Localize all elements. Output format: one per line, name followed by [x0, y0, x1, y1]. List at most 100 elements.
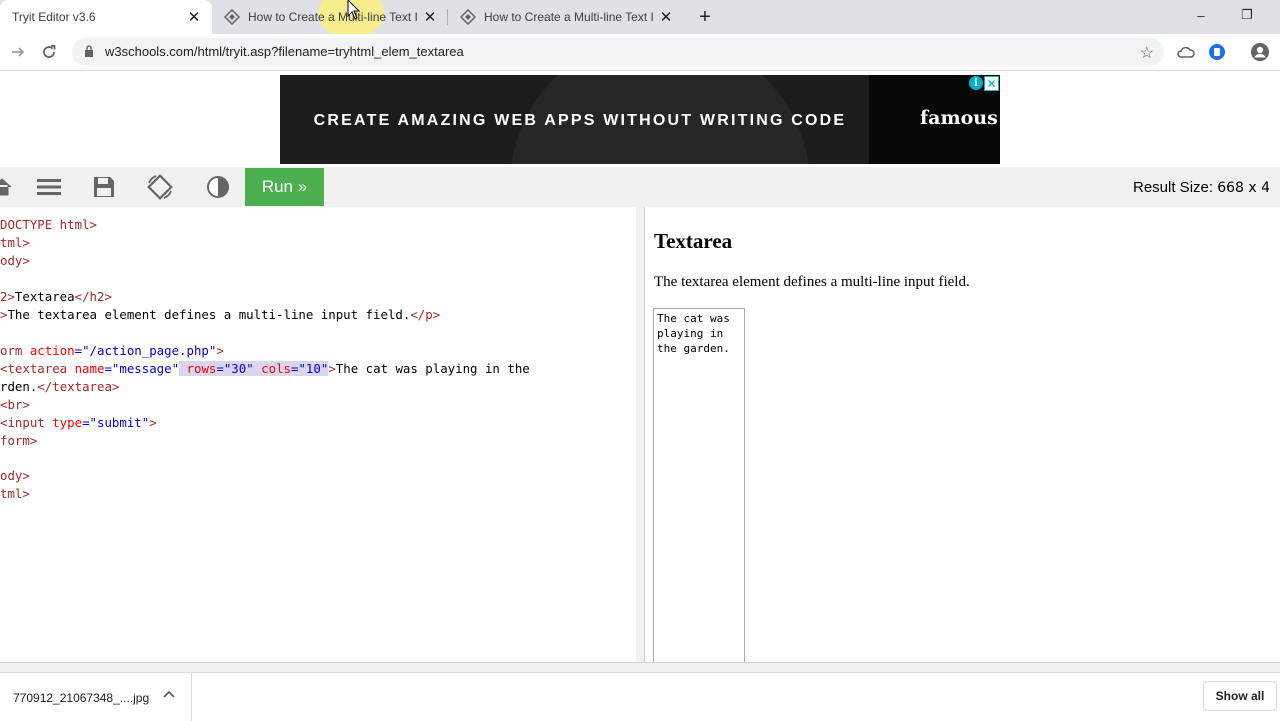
theme-contrast-icon[interactable] [202, 171, 234, 203]
code-line-16: tml> [0, 486, 30, 501]
result-size: Result Size: 668 x 4 [1133, 179, 1270, 196]
code-line-13: form> [0, 433, 37, 448]
code-token: cols [253, 361, 291, 376]
ad-info-icon[interactable]: i [969, 76, 983, 90]
close-icon[interactable]: ✕ [658, 9, 674, 26]
code-token: tml> [0, 486, 30, 501]
code-token: orm [0, 343, 23, 358]
code-selection: rows="30" cols="10" [179, 361, 329, 376]
extension-cloud-icon[interactable] [1176, 42, 1196, 62]
code-line-9: <textarea name="message" rows="30" cols=… [0, 361, 530, 376]
w3schools-favicon-icon [224, 9, 240, 25]
extension-shield-icon[interactable] [1207, 42, 1227, 62]
w3schools-favicon-icon [460, 9, 476, 25]
browser-toolbar: w3schools.com/html/tryit.asp?filename=tr… [0, 34, 1280, 71]
code-token: ="/action_page.php" [74, 343, 217, 358]
code-token: ="10" [291, 361, 329, 376]
save-icon[interactable] [88, 171, 120, 203]
arrow-right-icon [12, 47, 25, 57]
minimize-icon: – [1197, 7, 1205, 23]
tab-strip: Tryit Editor v3.6 ✕ How to Create a Mult… [0, 0, 1280, 38]
code-token: ="message" [104, 361, 180, 376]
code-token: </h2> [74, 289, 112, 304]
panel-resize-handle[interactable] [636, 207, 644, 662]
tab-title: How to Create a Multi-line Text I [484, 10, 654, 24]
code-token: DOCTYPE html> [0, 217, 97, 232]
plus-icon: + [699, 5, 711, 28]
code-line-15: ody> [0, 468, 30, 483]
code-line-5: 2>Textarea</h2> [0, 289, 112, 304]
close-icon[interactable]: ✕ [422, 9, 438, 26]
result-size-value: 668 x 4 [1217, 180, 1271, 196]
result-size-label: Result Size: [1133, 179, 1218, 196]
code-line-3: ody> [0, 253, 30, 268]
code-token: rows [179, 361, 217, 376]
new-tab-button[interactable]: + [693, 5, 717, 29]
code-token: The textarea element defines a multi-lin… [7, 307, 411, 322]
tab-how-to-create-2[interactable]: How to Create a Multi-line Text I ✕ [448, 0, 684, 34]
code-editor[interactable]: DOCTYPE html> tml> ody> 2>Textarea</h2> … [0, 207, 637, 662]
code-token: name [67, 361, 105, 376]
tab-title: Tryit Editor v3.6 [12, 10, 96, 24]
code-token: The cat was playing in the [335, 361, 530, 376]
code-token: tml> [0, 235, 30, 250]
reload-button[interactable] [37, 40, 61, 64]
lock-icon [85, 45, 93, 57]
menu-icon[interactable] [33, 171, 65, 203]
code-line-8: orm action="/action_page.php"> [0, 343, 224, 358]
code-token: ="30" [216, 361, 254, 376]
code-line-12: <input type="submit"> [0, 415, 157, 430]
tab-title: How to Create a Multi-line Text I [248, 10, 418, 24]
mouse-cursor-icon [347, 0, 360, 20]
url-text: w3schools.com/html/tryit.asp?filename=tr… [105, 44, 464, 59]
chevron-up-icon[interactable] [161, 687, 177, 703]
show-all-button[interactable]: Show all [1203, 681, 1277, 711]
code-token: <br> [0, 397, 30, 412]
code-line-10: rden.</textarea> [0, 379, 119, 394]
code-token: </p> [410, 307, 441, 322]
code-token: form> [0, 433, 38, 448]
result-heading: Textarea [654, 229, 733, 253]
code-token: type [44, 415, 83, 430]
restore-icon: ❐ [1241, 7, 1253, 22]
code-token: ="submit" [82, 415, 150, 430]
minimize-button[interactable]: – [1178, 0, 1224, 30]
code-token: <input [0, 415, 45, 430]
download-file-name: 770912_21067348_....jpg [13, 691, 150, 705]
close-icon[interactable]: ✕ [186, 9, 202, 26]
ad-headline: CREATE AMAZING WEB APPS WITHOUT WRITING … [313, 112, 847, 129]
forward-button[interactable] [6, 40, 30, 64]
tab-how-to-create-1[interactable]: How to Create a Multi-line Text I ✕ [212, 0, 448, 34]
code-token: > [216, 343, 224, 358]
code-token: <textarea [0, 361, 68, 376]
reload-icon [43, 45, 56, 58]
result-frame: Textarea The textarea element defines a … [644, 207, 1280, 662]
bookmark-star-icon[interactable]: ☆ [1140, 43, 1154, 63]
restore-button[interactable]: ❐ [1224, 0, 1270, 30]
message-textarea[interactable]: The cat was playing in the garden. [653, 308, 745, 662]
code-token: > [328, 361, 336, 376]
result-paragraph: The textarea element defines a multi-lin… [654, 274, 970, 290]
code-token: rden. [0, 379, 38, 394]
code-token: action [22, 343, 75, 358]
code-line-11: <br> [0, 397, 30, 412]
code-token: 2> [0, 289, 15, 304]
tab-tryit-editor[interactable]: Tryit Editor v3.6 ✕ [0, 0, 212, 34]
code-token: > [149, 415, 157, 430]
code-token: </textarea> [37, 379, 120, 394]
address-bar[interactable]: w3schools.com/html/tryit.asp?filename=tr… [72, 38, 1164, 66]
download-bar: 770912_21067348_....jpg Show all [0, 672, 1280, 721]
code-line-1: DOCTYPE html> [0, 217, 97, 232]
code-token: Textarea [14, 289, 75, 304]
profile-avatar-icon[interactable] [1250, 42, 1270, 62]
ad-banner[interactable]: CREATE AMAZING WEB APPS WITHOUT WRITING … [280, 75, 1000, 164]
editor-toolbar [0, 167, 1280, 207]
home-icon[interactable] [0, 171, 18, 203]
run-button[interactable]: Run » [245, 168, 324, 206]
code-line-2: tml> [0, 235, 30, 250]
ad-close-icon[interactable]: ✕ [984, 76, 999, 91]
code-line-6: >The textarea element defines a multi-li… [0, 307, 440, 322]
download-item[interactable]: 770912_21067348_....jpg [0, 673, 192, 721]
rotate-orientation-icon[interactable] [144, 171, 176, 203]
code-token: ody> [0, 468, 30, 483]
